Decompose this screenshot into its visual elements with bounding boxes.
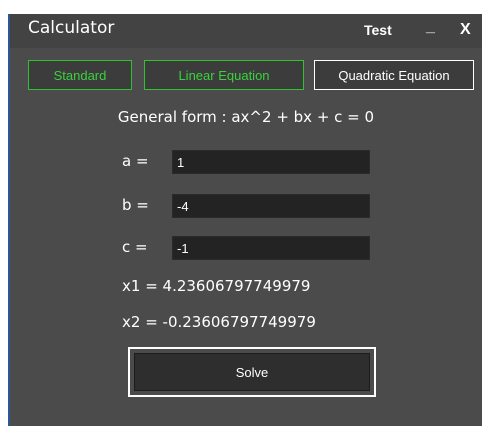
result-x2: x2 = -0.23606797749979 <box>122 313 316 331</box>
user-label: Test <box>364 22 392 38</box>
coefficient-a-label: a = <box>122 152 149 170</box>
coefficient-c-label: c = <box>122 238 148 256</box>
close-button[interactable]: X <box>460 21 471 39</box>
solve-button[interactable]: Solve <box>134 353 370 391</box>
linear-equation-mode-button[interactable]: Linear Equation <box>144 60 304 90</box>
solve-button-label: Solve <box>235 364 269 380</box>
coefficient-c-input[interactable] <box>172 236 370 260</box>
coefficient-b-input[interactable] <box>172 194 370 218</box>
app-title: Calculator <box>28 18 115 38</box>
linear-equation-mode-label: Linear Equation <box>178 67 270 83</box>
minimize-button[interactable]: _ <box>426 18 435 36</box>
standard-mode-label: Standard <box>53 67 107 83</box>
result-x1: x1 = 4.23606797749979 <box>122 277 311 295</box>
solve-button-frame: Solve <box>128 347 376 397</box>
title-bar[interactable]: Calculator Test _ X <box>10 14 482 48</box>
coefficient-b-label: b = <box>122 196 149 214</box>
calculator-window: Calculator Test _ X Standard Linear Equa… <box>8 14 482 426</box>
quadratic-equation-mode-button[interactable]: Quadratic Equation <box>314 60 474 90</box>
quadratic-equation-mode-label: Quadratic Equation <box>338 67 450 83</box>
standard-mode-button[interactable]: Standard <box>28 60 132 90</box>
coefficient-a-input[interactable] <box>172 150 370 174</box>
general-form-text: General form : ax^2 + bx + c = 0 <box>117 108 375 126</box>
